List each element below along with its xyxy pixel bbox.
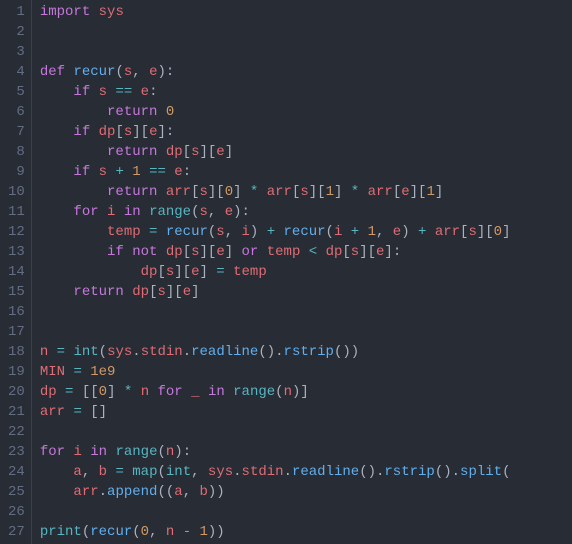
code-line[interactable]: import sys [40, 2, 511, 22]
line-number: 19 [8, 362, 25, 382]
code-line[interactable]: for i in range(n): [40, 442, 511, 462]
code-line[interactable]: return arr[s][0] * arr[s][1] * arr[e][1] [40, 182, 511, 202]
line-number: 17 [8, 322, 25, 342]
code-line[interactable]: print(recur(0, n - 1)) [40, 522, 511, 542]
line-number: 7 [8, 122, 25, 142]
code-line[interactable]: a, b = map(int, sys.stdin.readline().rst… [40, 462, 511, 482]
code-line[interactable] [40, 422, 511, 442]
code-line[interactable] [40, 302, 511, 322]
code-line[interactable]: return dp[s][e] [40, 142, 511, 162]
code-line[interactable]: def recur(s, e): [40, 62, 511, 82]
line-number: 18 [8, 342, 25, 362]
line-number: 15 [8, 282, 25, 302]
line-number: 2 [8, 22, 25, 42]
line-number: 4 [8, 62, 25, 82]
line-number: 26 [8, 502, 25, 522]
code-line[interactable] [40, 322, 511, 342]
line-number: 9 [8, 162, 25, 182]
line-number: 27 [8, 522, 25, 542]
code-line[interactable]: return 0 [40, 102, 511, 122]
line-number: 8 [8, 142, 25, 162]
code-line[interactable]: dp[s][e] = temp [40, 262, 511, 282]
line-number: 23 [8, 442, 25, 462]
code-line[interactable]: arr = [] [40, 402, 511, 422]
code-line[interactable]: arr.append((a, b)) [40, 482, 511, 502]
code-line[interactable]: if s == e: [40, 82, 511, 102]
code-line[interactable] [40, 502, 511, 522]
line-number: 13 [8, 242, 25, 262]
code-line[interactable] [40, 42, 511, 62]
line-number: 12 [8, 222, 25, 242]
line-number: 1 [8, 2, 25, 22]
line-number: 25 [8, 482, 25, 502]
line-number: 24 [8, 462, 25, 482]
code-line[interactable]: if not dp[s][e] or temp < dp[s][e]: [40, 242, 511, 262]
code-line[interactable]: if s + 1 == e: [40, 162, 511, 182]
line-number: 21 [8, 402, 25, 422]
line-number: 6 [8, 102, 25, 122]
code-line[interactable]: for i in range(s, e): [40, 202, 511, 222]
line-number: 14 [8, 262, 25, 282]
code-line[interactable]: if dp[s][e]: [40, 122, 511, 142]
code-line[interactable]: n = int(sys.stdin.readline().rstrip()) [40, 342, 511, 362]
code-area[interactable]: import sys def recur(s, e): if s == e: re… [32, 0, 511, 544]
line-number: 20 [8, 382, 25, 402]
line-number: 22 [8, 422, 25, 442]
line-number-gutter: 1234567891011121314151617181920212223242… [0, 0, 32, 544]
code-line[interactable] [40, 22, 511, 42]
code-editor[interactable]: 1234567891011121314151617181920212223242… [0, 0, 572, 544]
line-number: 3 [8, 42, 25, 62]
line-number: 16 [8, 302, 25, 322]
code-line[interactable]: return dp[s][e] [40, 282, 511, 302]
line-number: 11 [8, 202, 25, 222]
code-line[interactable]: temp = recur(s, i) + recur(i + 1, e) + a… [40, 222, 511, 242]
line-number: 10 [8, 182, 25, 202]
code-line[interactable]: MIN = 1e9 [40, 362, 511, 382]
line-number: 5 [8, 82, 25, 102]
code-line[interactable]: dp = [[0] * n for _ in range(n)] [40, 382, 511, 402]
